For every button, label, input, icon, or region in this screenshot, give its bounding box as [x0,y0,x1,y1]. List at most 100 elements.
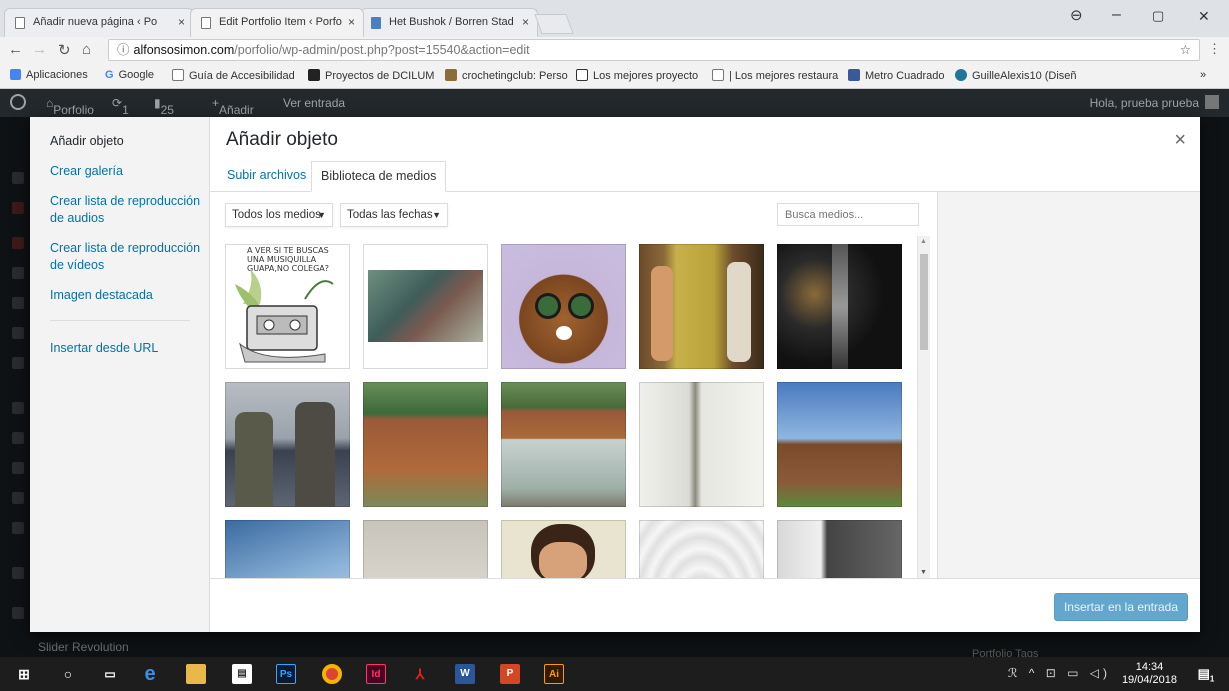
maximize-button[interactable]: ▢ [1152,8,1164,24]
notifications-icon[interactable]: ▤1 [1196,664,1216,684]
attachment-thumbnail[interactable] [639,382,764,507]
home-icon[interactable]: ⌂ [82,41,91,58]
tab-close-icon[interactable]: × [348,9,355,36]
attachment-thumbnail[interactable] [777,520,902,578]
media-search-input[interactable] [777,203,919,226]
bookmark-crocheting[interactable]: crochetingclub: Perso [445,69,568,82]
menu-item-video-playlist[interactable]: Crear lista de reproducción de vídeos [50,240,205,274]
tab-close-icon[interactable]: × [178,9,185,36]
attachment-thumbnail[interactable] [639,244,764,369]
figure-left-image [651,266,673,361]
menu-separator [50,320,190,321]
bookmark-google[interactable]: G Google [105,69,154,81]
close-window-button[interactable]: ✕ [1198,8,1210,25]
attachment-thumbnail[interactable] [777,382,902,507]
system-tray[interactable]: ℛ ^ ⊡ ▭ ◁) [1008,666,1111,680]
crochet-icon [445,69,457,81]
address-toolbar: ← → ↻ ⌂ ⓘ alfonsosimon.com/porfolio/wp-ad… [0,37,1229,63]
attachment-details-sidebar [937,192,1200,578]
photoshop-icon[interactable]: Ps [276,664,296,684]
word-icon[interactable]: W [455,664,475,684]
profile-icon[interactable]: ⊖ [1070,6,1083,24]
date-filter[interactable]: Todas las fechas ▼ [340,203,448,227]
left-eye-image [538,296,558,316]
site-favicon-icon [371,17,381,29]
attachment-thumbnail[interactable] [501,244,626,369]
url-bar[interactable]: ⓘ alfonsosimon.com/porfolio/wp-admin/post… [108,39,1200,61]
bookmarks-bar: Aplicaciones G Google Guía de Accesibilid… [0,63,1229,89]
store-icon[interactable]: ▤ [232,664,252,684]
attachment-thumbnail[interactable] [225,520,350,578]
bookmarks-more-button[interactable]: » [1200,69,1206,81]
attachment-thumbnail[interactable] [501,520,626,578]
browser-tab-3[interactable]: Het Bushok / Borren Stad × [360,8,538,37]
browser-tab-1[interactable]: Añadir nueva página ‹ Po × [4,8,194,37]
media-type-filter[interactable]: Todos los medios ▼ [225,203,333,227]
bookmark-star-icon[interactable]: ☆ [1180,40,1191,60]
scroll-down-icon[interactable]: ▼ [920,569,927,576]
taskbar-clock[interactable]: 14:34 19/04/2018 [1122,661,1177,687]
minimize-button[interactable]: – [1112,6,1121,24]
bookmark-metro-cuadrado[interactable]: Metro Cuadrado [848,69,945,82]
edge-browser-icon[interactable]: e [140,664,160,684]
bookmark-accesibilidad[interactable]: Guía de Accesibilidad [172,69,295,82]
windows-start-icon[interactable]: ⊞ [14,664,34,684]
illustrator-icon[interactable]: Ai [544,664,564,684]
insert-into-post-button[interactable]: Insertar en la entrada [1054,593,1188,621]
comments-link[interactable]: ▮ 25 [154,96,174,117]
tab-close-icon[interactable]: × [522,9,529,36]
back-arrow-icon[interactable]: ← [8,41,23,58]
browser-menu-icon[interactable]: ⋮ [1208,41,1221,57]
task-view-icon[interactable]: ▭ [100,664,120,684]
bookmark-dcilum[interactable]: Proyectos de DCILUM [308,69,434,82]
attachment-thumbnail[interactable] [363,520,488,578]
updates-link[interactable]: ⟳ 1 [112,96,129,117]
bookmark-restaurantes[interactable]: | Los mejores restaura [712,69,838,82]
attachment-thumbnail[interactable] [363,382,488,507]
view-post-link[interactable]: Ver entrada [283,96,345,110]
menu-item-audio-playlist[interactable]: Crear lista de reproducción de audios [50,193,205,227]
facebook-icon [848,69,860,81]
scrollbar-thumb[interactable] [920,254,928,350]
slider-revolution-menu[interactable]: Slider Revolution [0,632,180,657]
cortana-search-icon[interactable]: ○ [58,664,78,684]
powerpoint-icon[interactable]: P [500,664,520,684]
abstract-photo-image [832,244,848,369]
menu-item-create-gallery[interactable]: Crear galería [50,163,205,180]
attachment-thumbnail[interactable] [501,382,626,507]
wordpress-logo-icon[interactable] [10,94,26,110]
media-menu: Añadir objeto Crear galería Crear lista … [30,117,210,632]
bookmark-apps[interactable]: Aplicaciones [10,69,88,81]
acrobat-icon[interactable]: ⅄ [410,664,430,684]
menu-item-insert-url[interactable]: Insertar desde URL [50,340,205,357]
wordpress-icon [955,69,967,81]
new-tab-button[interactable] [534,14,574,34]
tab-media-library[interactable]: Biblioteca de medios [311,161,447,192]
avatar[interactable] [1205,95,1219,109]
grid-scrollbar[interactable]: ▲ ▼ [917,236,930,578]
tab-upload-files[interactable]: Subir archivos [218,161,315,192]
browser-tab-2[interactable]: Edit Portfolio Item ‹ Porfo × [190,8,364,37]
bookmark-guillealexis[interactable]: GuilleAlexis10 (Diseñ [955,69,1077,82]
site-link[interactable]: ⌂ Porfolio [46,96,94,117]
new-content-link[interactable]: + Añadir [212,96,254,117]
f5-icon [576,69,588,81]
scroll-up-icon[interactable]: ▲ [920,238,927,245]
reload-icon[interactable]: ↻ [58,41,71,59]
indesign-icon[interactable]: Id [366,664,386,684]
bookmark-proyectos[interactable]: Los mejores proyecto [576,69,698,82]
menu-item-add-media[interactable]: Añadir objeto [50,133,205,150]
page-icon [712,69,724,81]
attachment-thumbnail[interactable] [363,244,488,369]
media-router: Subir archivos Biblioteca de medios [210,161,1200,192]
attachment-thumbnail[interactable]: A VER SI TE BUSCAS UNA MUSIQUILLA GUAPA,… [225,244,350,369]
forward-arrow-icon[interactable]: → [32,41,47,58]
chrome-icon[interactable] [322,664,342,684]
close-icon[interactable]: × [1174,129,1186,152]
attachment-thumbnail[interactable] [639,520,764,578]
account-greeting[interactable]: Hola, prueba prueba [1090,96,1199,110]
attachment-thumbnail[interactable] [225,382,350,507]
menu-item-featured-image[interactable]: Imagen destacada [50,287,205,304]
attachment-thumbnail[interactable] [777,244,902,369]
file-explorer-icon[interactable] [186,664,206,684]
